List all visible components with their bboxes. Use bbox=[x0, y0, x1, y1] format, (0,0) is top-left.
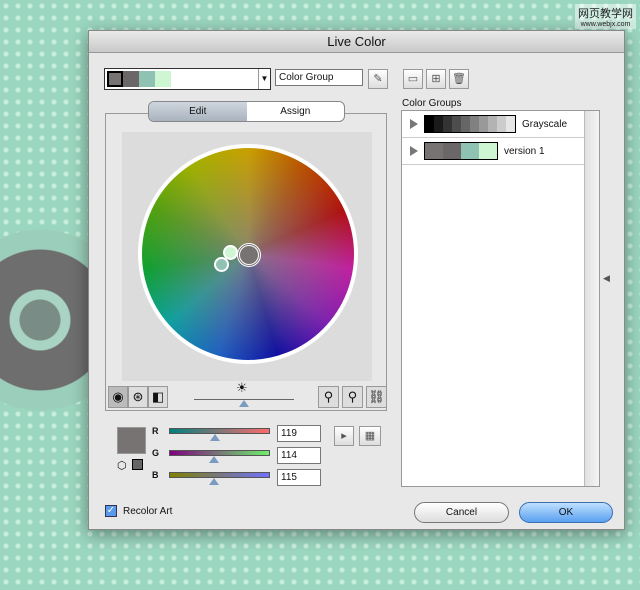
smooth-wheel-icon[interactable]: ◉ bbox=[108, 386, 128, 408]
group-name: Grayscale bbox=[522, 118, 568, 130]
swatch[interactable] bbox=[443, 116, 452, 132]
tab-edit[interactable]: Edit bbox=[149, 102, 247, 121]
remove-color-tool-icon[interactable]: ⚲ bbox=[342, 386, 363, 408]
recolor-art-checkbox[interactable]: ✓ bbox=[105, 505, 117, 517]
list-item[interactable]: version 1 bbox=[402, 138, 599, 165]
chevron-down-icon[interactable]: ▼ bbox=[258, 69, 270, 89]
b-input[interactable]: 115 bbox=[277, 469, 321, 486]
segmented-wheel-icon[interactable]: ⊛ bbox=[128, 386, 148, 408]
color-group-dropdown[interactable]: ▼ bbox=[104, 68, 271, 90]
collapse-panel-icon[interactable]: ◀ bbox=[603, 273, 610, 284]
scrollbar[interactable] bbox=[584, 111, 599, 486]
swatch[interactable] bbox=[443, 143, 461, 159]
b-slider[interactable] bbox=[169, 472, 270, 478]
group-name: version 1 bbox=[504, 145, 545, 157]
b-thumb[interactable] bbox=[209, 478, 219, 485]
swatch[interactable] bbox=[479, 116, 488, 132]
swatch[interactable] bbox=[461, 116, 470, 132]
new-group-icon[interactable]: ⊞ bbox=[426, 69, 446, 89]
color-bars-icon[interactable]: ◧ bbox=[148, 386, 168, 408]
brightness-thumb[interactable] bbox=[239, 400, 249, 407]
swatch[interactable] bbox=[139, 71, 155, 87]
mode-tabs: Edit Assign bbox=[148, 101, 345, 122]
swatch-library-icon[interactable]: ▦ bbox=[359, 426, 381, 446]
swatch[interactable] bbox=[479, 143, 497, 159]
base-color-marker[interactable] bbox=[237, 243, 261, 267]
color-groups-label: Color Groups bbox=[402, 98, 462, 109]
r-label: R bbox=[152, 426, 159, 436]
live-color-dialog: Live Color ▼ Color Group ✎ ▭ ⊞ 🗑 Edit As… bbox=[88, 30, 625, 530]
g-label: G bbox=[152, 448, 160, 458]
cancel-button[interactable]: Cancel bbox=[414, 502, 509, 523]
swatch[interactable] bbox=[452, 116, 461, 132]
edit-panel: ◉ ⊛ ◧ ☀ ⚲ ⚲ ⛓ bbox=[105, 113, 387, 411]
recolor-art-label: Recolor Art bbox=[123, 506, 173, 517]
edit-swatch-icon[interactable]: ✎ bbox=[368, 69, 388, 89]
swatch[interactable] bbox=[470, 116, 479, 132]
brightness-icon: ☀ bbox=[236, 380, 248, 395]
link-harmony-icon[interactable]: ⛓ bbox=[366, 386, 387, 408]
current-color-swatch[interactable] bbox=[117, 427, 146, 454]
swatch[interactable] bbox=[461, 143, 479, 159]
g-thumb[interactable] bbox=[209, 456, 219, 463]
r-input[interactable]: 119 bbox=[277, 425, 321, 442]
dialog-title: Live Color bbox=[89, 31, 624, 53]
expand-triangle-icon[interactable] bbox=[410, 119, 418, 129]
watermark: 网页教学网 www.webjx.com bbox=[575, 4, 636, 29]
color-wheel-area bbox=[122, 132, 372, 381]
swatch[interactable] bbox=[123, 71, 139, 87]
color-groups-list: Grayscale version 1 bbox=[401, 110, 600, 487]
list-item[interactable]: Grayscale bbox=[402, 111, 599, 138]
b-label: B bbox=[152, 470, 159, 480]
group-swatches bbox=[424, 115, 516, 133]
ok-button[interactable]: OK bbox=[519, 502, 613, 523]
web-safe-icon[interactable] bbox=[132, 459, 143, 470]
swatch[interactable] bbox=[425, 143, 443, 159]
add-color-tool-icon[interactable]: ⚲ bbox=[318, 386, 339, 408]
swatch[interactable] bbox=[107, 71, 123, 87]
g-slider[interactable] bbox=[169, 450, 270, 456]
color-marker[interactable] bbox=[214, 257, 229, 272]
r-thumb[interactable] bbox=[210, 434, 220, 441]
swatch[interactable] bbox=[488, 116, 497, 132]
g-input[interactable]: 114 bbox=[277, 447, 321, 464]
swatch[interactable] bbox=[506, 116, 515, 132]
trash-icon[interactable]: 🗑 bbox=[449, 69, 469, 89]
out-of-gamut-icon[interactable]: ⬡ bbox=[117, 459, 127, 472]
save-icon[interactable]: ▭ bbox=[403, 69, 423, 89]
expand-triangle-icon[interactable] bbox=[410, 146, 418, 156]
swatch[interactable] bbox=[497, 116, 506, 132]
group-swatches bbox=[424, 142, 498, 160]
swatch[interactable] bbox=[434, 116, 443, 132]
tab-assign[interactable]: Assign bbox=[247, 102, 345, 121]
color-mode-menu-icon[interactable]: ▸ bbox=[334, 426, 354, 446]
swatch[interactable] bbox=[155, 71, 171, 87]
swatch[interactable] bbox=[425, 116, 434, 132]
group-name-input[interactable]: Color Group bbox=[275, 69, 363, 86]
